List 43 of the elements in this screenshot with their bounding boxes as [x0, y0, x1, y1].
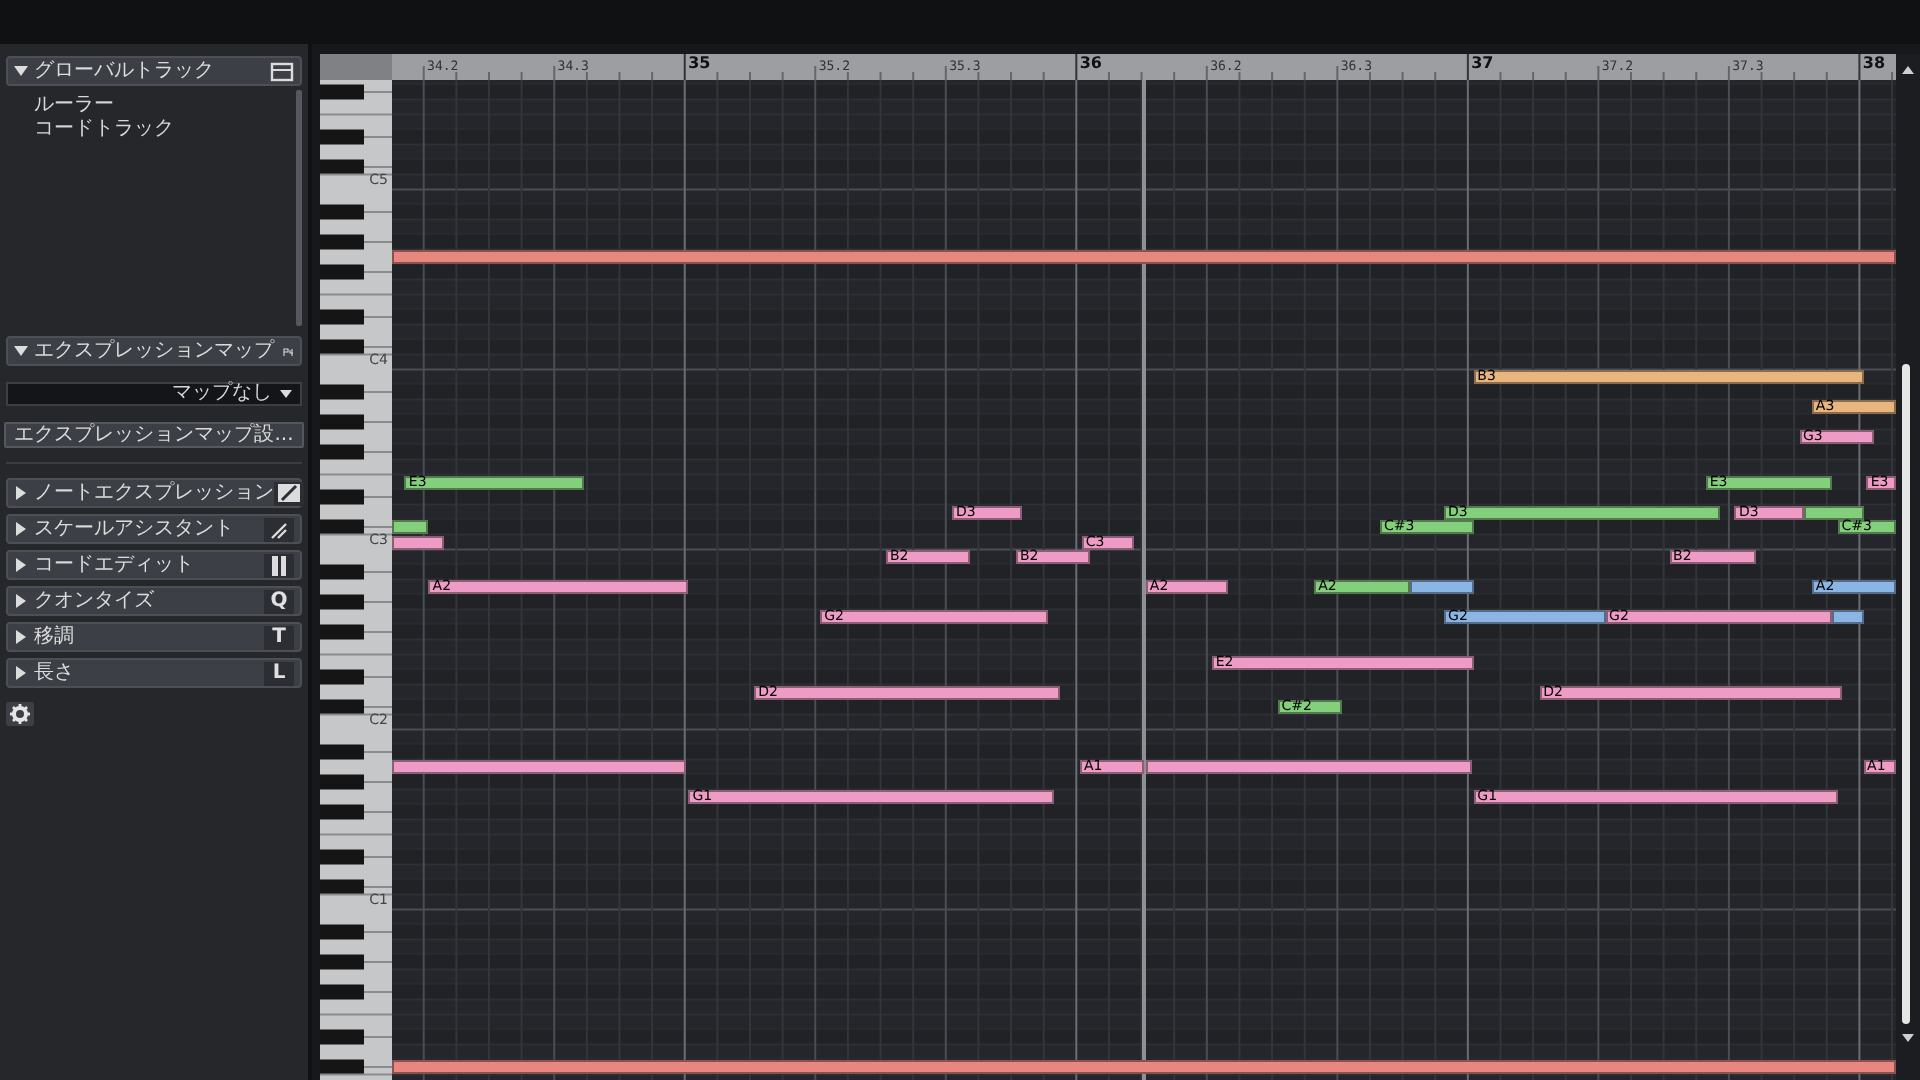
section-header[interactable]: 移調 T	[6, 622, 302, 652]
track-list-item[interactable]: ルーラー	[6, 94, 296, 118]
note-expression-icon	[276, 481, 302, 505]
scrollbar-thumb[interactable]	[1902, 364, 1910, 1024]
bar-number: 36	[1079, 56, 1102, 72]
scroll-up-icon[interactable]	[1902, 64, 1914, 74]
section-header[interactable]: スケールアシスタント	[6, 514, 302, 544]
caret-icon	[280, 389, 292, 399]
ruler-corner	[320, 54, 392, 80]
playhead-line[interactable]	[1142, 80, 1147, 1080]
expand-arrow-icon[interactable]	[14, 630, 28, 644]
map-settings-button[interactable]: エクスプレッションマップ設...	[4, 422, 304, 448]
shortcut-key-icon: T	[264, 625, 294, 649]
bar-number: 37	[1471, 56, 1494, 72]
collapse-arrow-icon[interactable]	[14, 344, 28, 358]
track-list-item[interactable]: コードトラック	[6, 118, 296, 142]
settings-icon[interactable]	[10, 704, 30, 724]
section-header[interactable]: 長さ L	[6, 658, 302, 688]
expand-arrow-icon[interactable]	[14, 522, 28, 536]
section-header[interactable]: グローバルトラック	[6, 56, 302, 86]
scroll-down-icon[interactable]	[1902, 1034, 1914, 1044]
bar-number: 38	[1862, 56, 1886, 72]
section-header[interactable]: ノートエクスプレッション	[6, 478, 302, 508]
chord-icon	[266, 553, 292, 577]
scrollbar[interactable]	[296, 90, 302, 326]
collapse-arrow-icon[interactable]	[14, 64, 28, 78]
section-header[interactable]: エクスプレッションマップ	[6, 336, 302, 366]
section-header[interactable]: クオンタイズ Q	[6, 586, 302, 616]
scale-icon	[266, 517, 292, 541]
panel-layout-icon[interactable]	[270, 61, 294, 81]
bar-number: 35	[688, 56, 711, 72]
map-dropdown[interactable]: マップなし	[6, 382, 302, 406]
shortcut-key-icon: L	[264, 661, 294, 685]
expand-arrow-icon[interactable]	[14, 558, 28, 572]
shortcut-key-icon: Q	[264, 589, 294, 613]
note-block[interactable]	[1831, 610, 1865, 624]
expand-arrow-icon[interactable]	[14, 594, 28, 608]
note-block[interactable]	[392, 520, 429, 534]
scrollbar[interactable]	[1896, 54, 1920, 1080]
expand-arrow-icon[interactable]	[14, 486, 28, 500]
section-header[interactable]: コードエディット	[6, 550, 302, 580]
piano-keyboard-drawing[interactable]	[320, 80, 392, 1080]
expand-arrow-icon[interactable]	[14, 666, 28, 680]
